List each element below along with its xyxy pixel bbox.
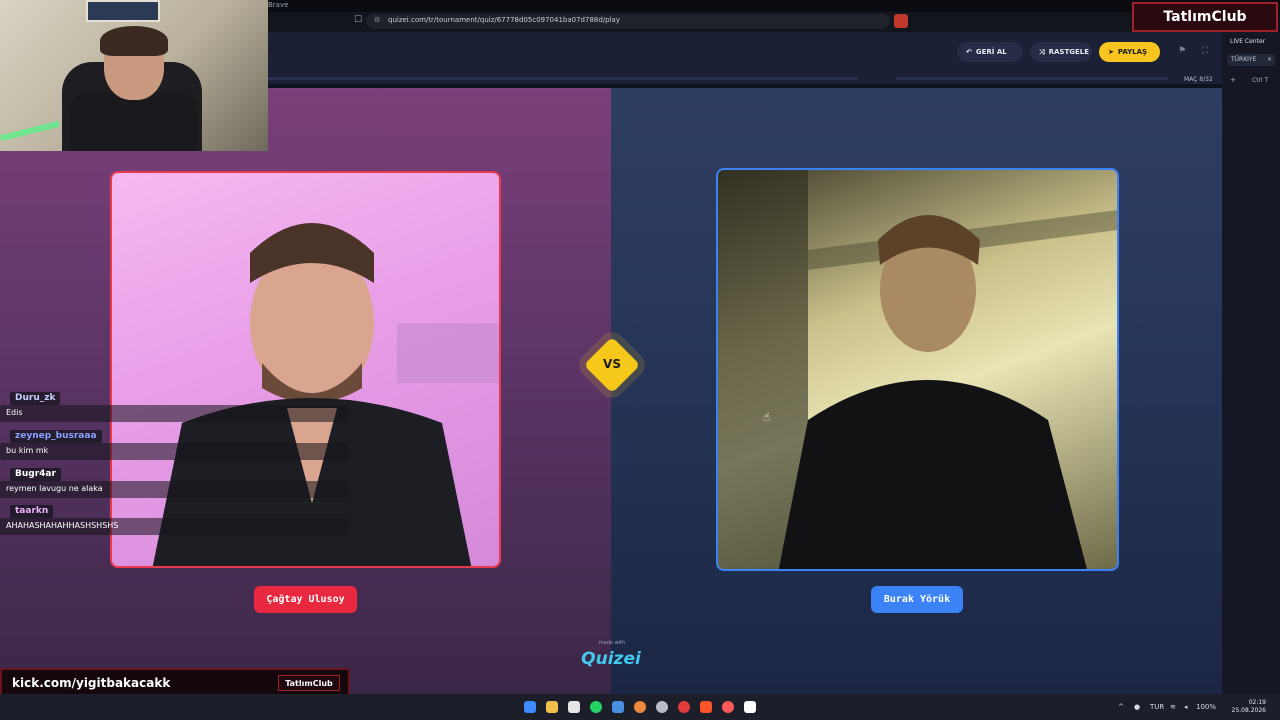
- progress-track-left: [268, 77, 858, 80]
- sidebar-tab[interactable]: TÜRKİYE ×: [1227, 54, 1275, 66]
- chat-text: bu kim mk: [0, 443, 348, 460]
- streamer-hair: [100, 26, 168, 56]
- battery-indicator[interactable]: 100%: [1196, 703, 1216, 711]
- chatgpt-icon[interactable]: [656, 701, 668, 713]
- app-icon[interactable]: [612, 701, 624, 713]
- app-icon[interactable]: [744, 701, 756, 713]
- flag-icon[interactable]: ⚑: [1178, 46, 1186, 56]
- new-tab-shortcut: Ctrl T: [1252, 77, 1269, 84]
- random-label: RASTGELE: [1048, 48, 1090, 56]
- round-counter: MAÇ 8/32: [1184, 76, 1213, 83]
- chat-username: taarkn: [10, 505, 54, 518]
- new-tab-icon[interactable]: +: [1230, 76, 1236, 84]
- chat-username: Duru_zk: [10, 392, 61, 405]
- app-icon[interactable]: [722, 701, 734, 713]
- site-info-icon[interactable]: ⚙: [374, 16, 380, 24]
- volume-icon[interactable]: ◂: [1184, 703, 1188, 711]
- address-url: quizei.com/tr/tournament/quiz/67778d05c0…: [388, 16, 620, 24]
- sidebar-tab-label: TÜRKİYE: [1231, 56, 1257, 63]
- clock[interactable]: 02:19 25.08.2026: [1226, 699, 1266, 715]
- screen: Brave ☐ ⚙ quizei.com/tr/tournament/quiz/…: [0, 0, 1280, 720]
- kick-url: kick.com/yigitbakacakk: [12, 676, 171, 690]
- sidebar-live-center[interactable]: LIVE Center: [1230, 38, 1265, 45]
- chat-username: zeynep_busraaa: [10, 430, 102, 443]
- browser-sidebar: [1222, 32, 1280, 694]
- rgb-light: [0, 120, 60, 142]
- browser-app-name: Brave: [268, 1, 289, 9]
- quizei-logo[interactable]: Quizei: [578, 649, 644, 669]
- left-contestant-name[interactable]: Çağtay Ulusoy: [254, 586, 357, 613]
- streamer-body: [70, 92, 198, 151]
- made-with-label: made with: [598, 640, 626, 646]
- fullscreen-icon[interactable]: ⛶: [1202, 46, 1208, 56]
- match-progress: [268, 75, 1198, 81]
- chat-text: reymen lavugu ne alaka: [0, 481, 348, 498]
- right-contestant-name[interactable]: Burak Yörük: [871, 586, 963, 613]
- share-label: PAYLAŞ: [1117, 48, 1148, 56]
- bookmark-icon[interactable]: ☐: [354, 15, 362, 25]
- right-contestant-photo: [718, 170, 1117, 569]
- undo-label: GERİ AL: [975, 48, 1007, 56]
- whatsapp-icon[interactable]: [590, 701, 602, 713]
- calendar-icon[interactable]: [568, 701, 580, 713]
- wall-picture: [86, 0, 160, 22]
- random-button[interactable]: ⤨ RASTGELE: [1030, 42, 1092, 62]
- brave-shield-icon[interactable]: [894, 14, 908, 28]
- vs-label: VS: [603, 357, 621, 371]
- clock-time: 02:19: [1248, 699, 1266, 706]
- clock-date: 25.08.2026: [1231, 707, 1266, 714]
- address-bar[interactable]: ⚙ quizei.com/tr/tournament/quiz/67778d05…: [366, 14, 890, 29]
- file-explorer-icon[interactable]: [546, 701, 558, 713]
- language-indicator[interactable]: TUR: [1150, 703, 1164, 711]
- chat-text: AHAHASHAHAHHASHSHSHS: [0, 518, 348, 535]
- wifi-icon[interactable]: ≋: [1170, 703, 1176, 711]
- tray-expand-icon[interactable]: ^: [1118, 703, 1124, 711]
- chat-username: Bugr4ar: [10, 468, 61, 481]
- mic-icon[interactable]: ●: [1134, 703, 1140, 711]
- progress-track-right: [896, 77, 1168, 80]
- brave-icon[interactable]: [700, 701, 712, 713]
- left-contestant-photo: [152, 223, 499, 566]
- app-icon[interactable]: [634, 701, 646, 713]
- send-icon: ➤: [1108, 48, 1114, 56]
- chat-text: Edis: [0, 405, 348, 422]
- webcam-overlay: [0, 0, 268, 151]
- start-icon[interactable]: [524, 701, 536, 713]
- undo-icon: ↶: [966, 48, 972, 56]
- kick-brand-badge: TatlımClub: [278, 675, 340, 691]
- left-contestant-card[interactable]: [110, 171, 501, 568]
- shuffle-icon: ⤨: [1039, 47, 1045, 56]
- undo-button[interactable]: ↶ GERİ AL: [957, 42, 1023, 62]
- stream-brand-overlay: TatlımClub: [1132, 2, 1278, 32]
- mouse-cursor-icon: ☝: [763, 410, 771, 424]
- close-icon[interactable]: ×: [1267, 56, 1272, 63]
- right-contestant-card[interactable]: [716, 168, 1119, 571]
- share-button[interactable]: ➤ PAYLAŞ: [1099, 42, 1160, 62]
- media-icon[interactable]: [678, 701, 690, 713]
